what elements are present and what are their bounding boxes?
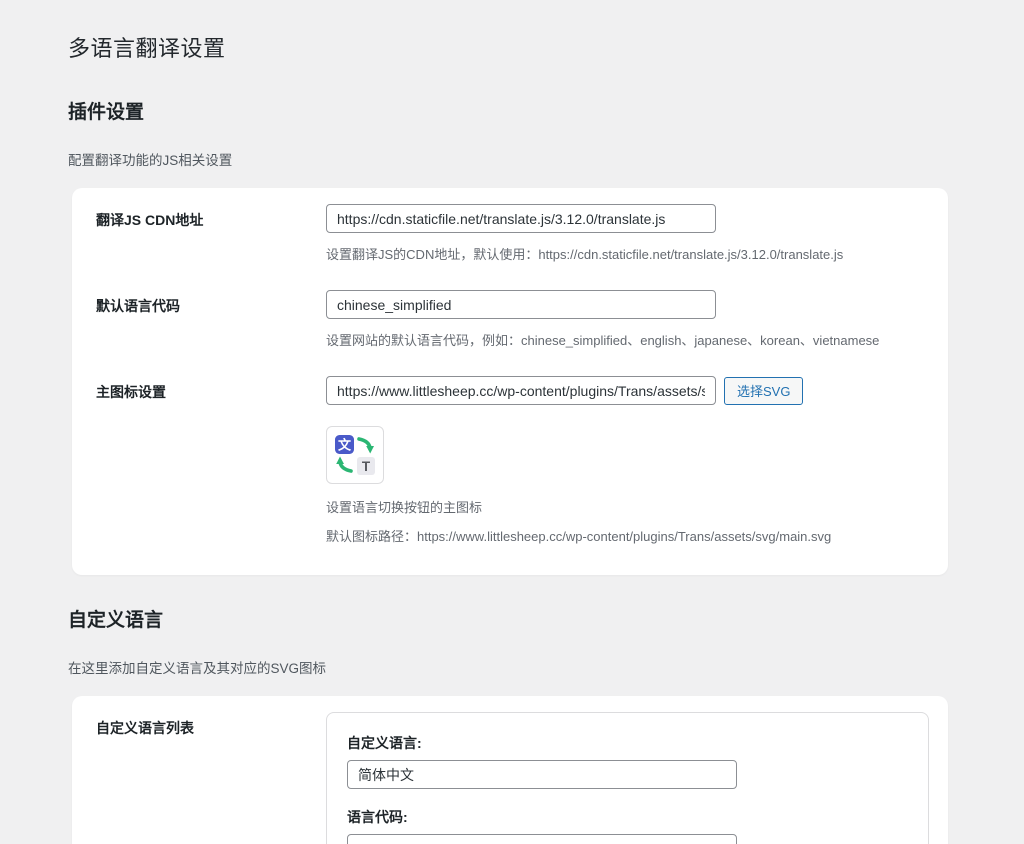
plugin-settings-description: 配置翻译功能的JS相关设置	[68, 149, 1024, 169]
plugin-settings-card: 翻译JS CDN地址 设置翻译JS的CDN地址，默认使用：https://cdn…	[72, 188, 948, 575]
page-title: 多语言翻译设置	[68, 31, 1024, 63]
default-language-row: 默认语言代码 设置网站的默认语言代码，例如：chinese_simplified…	[96, 290, 924, 349]
svg-text:文: 文	[338, 438, 352, 453]
main-icon-help: 设置语言切换按钮的主图标	[326, 497, 924, 516]
custom-language-card: 自定义语言列表 自定义语言: 语言代码: 请输入translate.js支持的语…	[72, 696, 948, 844]
main-icon-preview: 文 T	[326, 426, 384, 484]
plugin-settings-heading: 插件设置	[68, 97, 1024, 124]
custom-language-name-input[interactable]	[347, 760, 737, 789]
cdn-url-input[interactable]	[326, 204, 716, 233]
translate-swap-icon: 文 T	[333, 433, 377, 477]
default-language-input[interactable]	[326, 290, 716, 319]
language-code-label: 语言代码:	[347, 807, 908, 827]
custom-language-description: 在这里添加自定义语言及其对应的SVG图标	[68, 657, 1024, 677]
main-icon-label: 主图标设置	[96, 376, 326, 402]
custom-language-item: 自定义语言: 语言代码: 请输入translate.js支持的语言代码	[326, 712, 929, 844]
cdn-url-row: 翻译JS CDN地址 设置翻译JS的CDN地址，默认使用：https://cdn…	[96, 204, 924, 263]
custom-language-heading: 自定义语言	[68, 605, 1024, 632]
cdn-url-label: 翻译JS CDN地址	[96, 204, 326, 230]
settings-page: 多语言翻译设置 插件设置 配置翻译功能的JS相关设置 翻译JS CDN地址 设置…	[0, 0, 1024, 844]
main-icon-row: 主图标设置 选择SVG 文 T	[96, 376, 924, 545]
custom-language-list-label: 自定义语言列表	[96, 712, 326, 738]
custom-language-name-label: 自定义语言:	[347, 733, 908, 753]
language-code-input[interactable]	[347, 834, 737, 844]
svg-text:T: T	[362, 459, 371, 474]
cdn-url-help: 设置翻译JS的CDN地址，默认使用：https://cdn.staticfile…	[326, 244, 924, 263]
custom-language-list-row: 自定义语言列表 自定义语言: 语言代码: 请输入translate.js支持的语…	[96, 712, 924, 844]
main-icon-url-input[interactable]	[326, 376, 716, 405]
choose-svg-button[interactable]: 选择SVG	[724, 377, 803, 405]
main-icon-default-path: 默认图标路径：https://www.littlesheep.cc/wp-con…	[326, 526, 924, 545]
default-language-label: 默认语言代码	[96, 290, 326, 316]
default-language-help: 设置网站的默认语言代码，例如：chinese_simplified、englis…	[326, 330, 924, 349]
